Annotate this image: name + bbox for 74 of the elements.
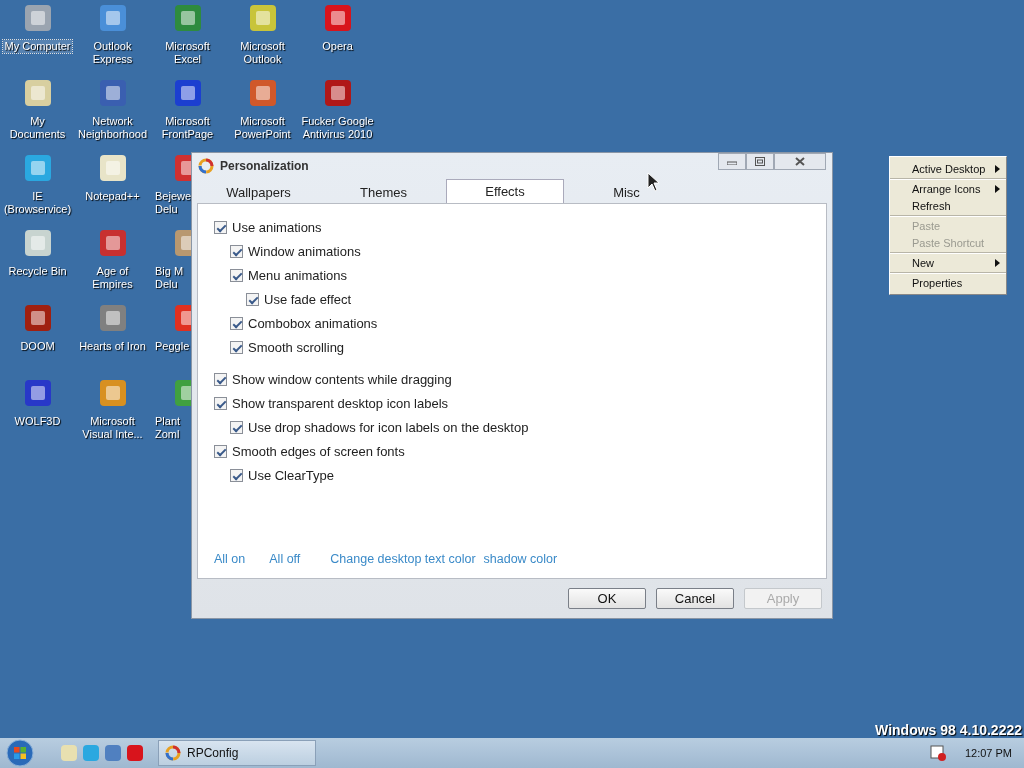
checkbox[interactable] bbox=[214, 396, 227, 410]
checkbox[interactable] bbox=[214, 444, 227, 458]
checkbox[interactable] bbox=[230, 244, 243, 258]
desktop-icon-label[interactable]: Outlook Express bbox=[75, 40, 150, 66]
desktop-icon-label[interactable]: Bejewe Delu bbox=[154, 190, 192, 216]
desktop-icon-label[interactable]: Opera bbox=[321, 40, 354, 53]
checkbox[interactable] bbox=[214, 372, 227, 386]
checkbox[interactable] bbox=[214, 220, 227, 234]
minimize-icon bbox=[727, 158, 737, 165]
option-label: Use drop shadows for icon labels on the desktop bbox=[248, 419, 529, 435]
link[interactable]: shadow color bbox=[483, 552, 558, 566]
desktop-icon-label[interactable]: Recycle Bin bbox=[7, 265, 68, 278]
checkbox[interactable] bbox=[230, 420, 243, 434]
option-label: Show transparent desktop icon labels bbox=[232, 395, 449, 411]
option-label: Menu animations bbox=[248, 267, 347, 283]
desktop-icon-label[interactable]: DOOM bbox=[19, 340, 56, 353]
desktop-icon-label[interactable]: Notepad++ bbox=[84, 190, 141, 203]
tab[interactable]: Themes bbox=[321, 181, 446, 203]
link[interactable]: Change desktop text color bbox=[330, 552, 476, 566]
option-label: Smooth edges of screen fonts bbox=[232, 443, 405, 459]
desktop-icon-label[interactable]: Age of Empires bbox=[75, 265, 150, 291]
option-label: Show window contents while dragging bbox=[232, 371, 452, 387]
start-button[interactable] bbox=[4, 738, 36, 768]
menu-item[interactable]: New bbox=[890, 254, 1006, 271]
taskbar-button[interactable]: RPConfig bbox=[158, 740, 316, 766]
checkbox[interactable] bbox=[230, 468, 243, 482]
desktop-icon-label[interactable]: WOLF3D bbox=[13, 415, 62, 428]
desktop-icon-label[interactable]: Microsoft Excel bbox=[150, 40, 225, 66]
restore-icon bbox=[755, 157, 765, 166]
clock[interactable]: 12:07 PM bbox=[964, 747, 1012, 759]
close-button[interactable] bbox=[774, 153, 826, 170]
checkbox[interactable] bbox=[230, 268, 243, 282]
tab[interactable]: Misc bbox=[564, 181, 689, 203]
option-label: Use ClearType bbox=[248, 467, 334, 483]
app-logo-icon bbox=[165, 745, 181, 761]
option-label: Use fade effect bbox=[264, 291, 352, 307]
tab[interactable]: Effects bbox=[446, 179, 564, 203]
option-label: Combobox animations bbox=[248, 315, 378, 331]
checkbox[interactable] bbox=[230, 316, 243, 330]
menu-item[interactable]: Arrange Icons bbox=[890, 180, 1006, 197]
link[interactable]: All on bbox=[214, 552, 246, 566]
maximize-button[interactable] bbox=[746, 153, 774, 170]
option-label: Use animations bbox=[232, 219, 322, 235]
desktop-icon-label[interactable]: My Documents bbox=[0, 115, 75, 141]
desktop-icon-label[interactable]: Plant Zoml bbox=[154, 415, 192, 441]
tab[interactable]: Wallpapers bbox=[196, 181, 321, 203]
cursor-icon bbox=[647, 172, 661, 192]
menu-item[interactable]: Properties bbox=[890, 274, 1006, 291]
dialog-button[interactable]: OK bbox=[568, 588, 646, 609]
tray-icon[interactable] bbox=[928, 744, 947, 762]
version-text: Windows 98 4.10.2222 bbox=[875, 722, 1022, 738]
desktop-icon-label[interactable]: Big M Delu bbox=[154, 265, 192, 291]
desktop-icon-label[interactable]: Microsoft Outlook bbox=[225, 40, 300, 66]
quick-launch-icon[interactable] bbox=[126, 744, 144, 762]
checkbox[interactable] bbox=[230, 340, 243, 354]
menu-item[interactable]: Active Desktop bbox=[890, 160, 1006, 177]
desktop-icon-label[interactable]: Microsoft FrontPage bbox=[150, 115, 225, 141]
dialog-button[interactable]: Cancel bbox=[656, 588, 734, 609]
checkbox[interactable] bbox=[246, 292, 259, 306]
close-icon bbox=[795, 157, 805, 166]
link[interactable]: All off bbox=[269, 552, 301, 566]
option-label: Window animations bbox=[248, 243, 361, 259]
desktop-icon-label[interactable]: Hearts of Iron bbox=[78, 340, 147, 353]
app-logo-icon bbox=[198, 158, 214, 174]
desktop-icon-label[interactable]: Peggle bbox=[154, 340, 191, 353]
desktop-icon-label[interactable]: Network Neighborhood bbox=[75, 115, 150, 141]
window-title: Personalization bbox=[220, 159, 310, 173]
desktop-icon-label[interactable]: Fucker Google Antivirus 2010 bbox=[300, 115, 375, 141]
option-label: Smooth scrolling bbox=[248, 339, 345, 355]
desktop-icon-label[interactable]: IE (Browservice) bbox=[0, 190, 75, 216]
desktop-icon-label[interactable]: Microsoft PowerPoint bbox=[225, 115, 300, 141]
desktop-icon-label[interactable]: My Computer bbox=[3, 40, 72, 53]
desktop-icon-label[interactable]: Microsoft Visual Inte... bbox=[75, 415, 150, 441]
menu-item[interactable]: Refresh bbox=[890, 197, 1006, 214]
